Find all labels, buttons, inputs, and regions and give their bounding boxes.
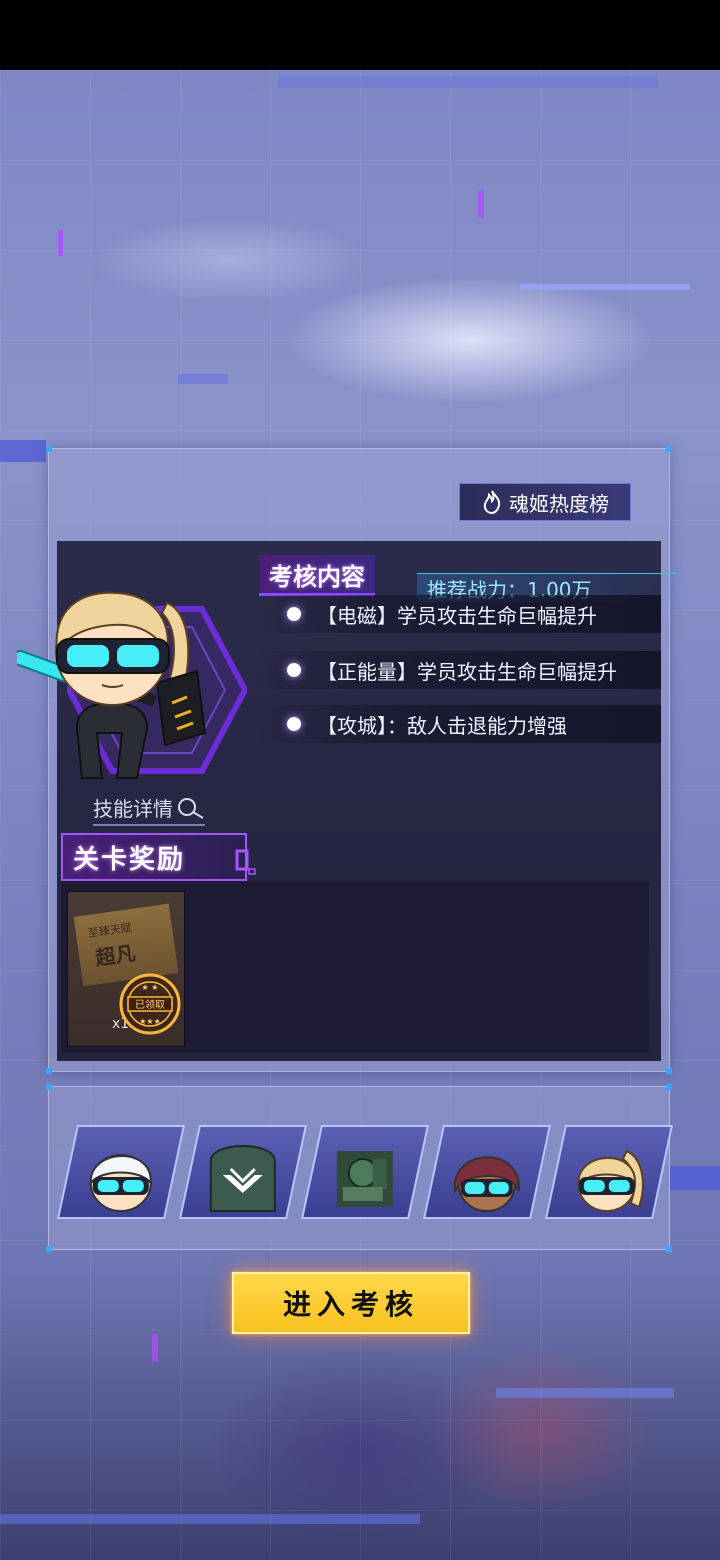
team-member-card[interactable] [545,1125,673,1219]
maroon-hair-avatar [453,1156,520,1212]
skill-detail-label: 技能详情 [93,797,173,821]
glitch-strip [278,76,658,88]
bracket-deco-icon [235,849,256,875]
flame-icon [483,490,501,514]
panel-corner [46,1084,52,1090]
glitch-strip [478,190,484,218]
exam-title: 考核内容 [259,555,375,596]
glitch-strip [496,1388,674,1398]
white-hair-avatar [89,1154,152,1212]
heat-rank-label: 魂姬热度榜 [509,491,609,516]
panel-corner [46,1068,52,1074]
enter-exam-button[interactable]: 进入考核 [232,1272,470,1334]
status-bar [0,0,720,70]
heat-rank-button[interactable]: 魂姬热度榜 [459,483,631,521]
team-member-card[interactable] [57,1125,185,1219]
bullet-dot-icon [287,663,301,677]
bullet-dot-icon [287,607,301,621]
bullet-dot-icon [287,717,301,731]
panel-corner [666,446,672,452]
team-member-card[interactable] [301,1125,429,1219]
exam-condition-1: 【电磁】学员攻击生命巨幅提升 [257,595,661,633]
svg-text:★★★: ★★★ [139,1017,161,1026]
glitch-strip [0,1514,420,1524]
panel-corner [46,446,52,452]
glitch-strip [58,230,63,256]
green-hood-avatar [209,1145,276,1212]
panel-corner [666,1246,672,1252]
exam-condition-3: 【攻城】：敌人击退能力增强 [257,705,661,743]
condition-text: 【正能量】学员攻击生命巨幅提升 [317,659,617,684]
exam-panel: 魂姬热度榜 技能详情 考核内容 推荐战力：1.00万 【电磁】学员攻击生命巨幅提… [17,446,677,1074]
blonde-ponytail-avatar [577,1149,644,1212]
glitch-strip [0,440,46,462]
panel-corner [666,1084,672,1090]
svg-text:★ ★: ★ ★ [142,983,159,992]
exam-condition-2: 【正能量】学员攻击生命巨幅提升 [257,651,661,689]
claimed-stamp-icon: 已领取 ★ ★ ★★★ [119,973,181,1035]
condition-text: 【攻城】：敌人击退能力增强 [317,713,567,738]
condition-text: 【电磁】学员攻击生命巨幅提升 [317,603,597,628]
team-member-card[interactable] [423,1125,551,1219]
reward-list: 至臻天赋 超凡 x1 已领取 ★ ★ ★★★ [61,881,649,1053]
stamp-text: 已领取 [135,998,165,1011]
green-mech-avatar [336,1151,393,1207]
panel-corner [46,1246,52,1252]
reward-label-big: 超凡 [93,940,137,971]
glitch-strip [520,284,690,290]
team-member-card[interactable] [179,1125,307,1219]
character-avatar [17,591,207,779]
glitch-strip [670,1166,720,1190]
exam-content-area: 技能详情 考核内容 推荐战力：1.00万 【电磁】学员攻击生命巨幅提升 【正能量… [17,541,677,1061]
team-selection-bar [46,1084,673,1252]
reward-title: 关卡奖励 [61,833,247,881]
panel-corner [666,1068,672,1074]
reward-item[interactable]: 至臻天赋 超凡 x1 已领取 ★ ★ ★★★ [67,891,185,1047]
glitch-strip [152,1334,158,1362]
skill-detail-link[interactable]: 技能详情 [93,793,205,826]
magnifier-icon [178,797,204,819]
glitch-strip [178,374,228,384]
character-portrait[interactable] [17,581,257,791]
